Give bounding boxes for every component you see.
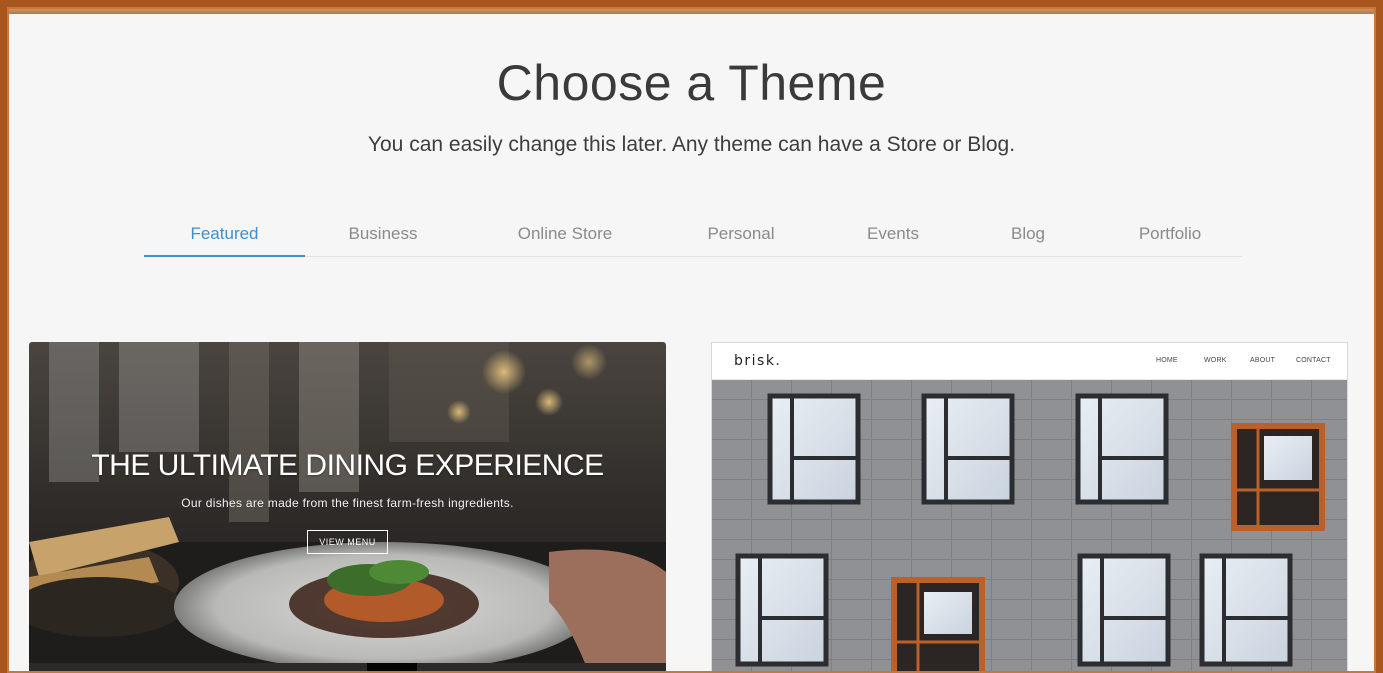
brisk-navbar: brisk. HOME WORK ABOUT CONTACT (712, 343, 1347, 380)
dining-footer-bar (29, 663, 666, 673)
page-title: Choose a Theme (496, 55, 887, 111)
view-menu-button[interactable]: VIEW MENU (307, 530, 388, 554)
theme-card-brisk[interactable]: brisk. HOME WORK ABOUT CONTACT (711, 342, 1348, 673)
tab-personal[interactable]: Personal (674, 220, 808, 257)
brisk-nav-contact[interactable]: CONTACT (1296, 357, 1331, 364)
building-facade-photo (712, 380, 1347, 672)
window-top-edge (0, 0, 1383, 14)
dining-tagline: Our dishes are made from the finest farm… (181, 496, 514, 510)
brisk-nav-about[interactable]: ABOUT (1250, 357, 1275, 364)
brisk-nav-home[interactable]: HOME (1156, 357, 1178, 364)
tab-featured[interactable]: Featured (144, 220, 305, 257)
page-subtitle: You can easily change this later. Any th… (367, 133, 1016, 156)
tab-online-store[interactable]: Online Store (484, 220, 646, 257)
brisk-nav-work[interactable]: WORK (1204, 357, 1227, 364)
tab-business[interactable]: Business (310, 220, 456, 257)
theme-card-dining[interactable]: THE ULTIMATE DINING EXPERIENCE Our dishe… (29, 342, 666, 673)
brisk-logo: brisk. (734, 353, 782, 369)
theme-chooser-page: Choose a Theme You can easily change thi… (7, 16, 1376, 673)
tab-blog[interactable]: Blog (980, 220, 1076, 257)
theme-category-tabs: Featured Business Online Store Personal … (144, 220, 1242, 257)
tab-events[interactable]: Events (834, 220, 952, 257)
tab-portfolio[interactable]: Portfolio (1104, 220, 1236, 257)
dining-headline: THE ULTIMATE DINING EXPERIENCE (91, 449, 604, 482)
